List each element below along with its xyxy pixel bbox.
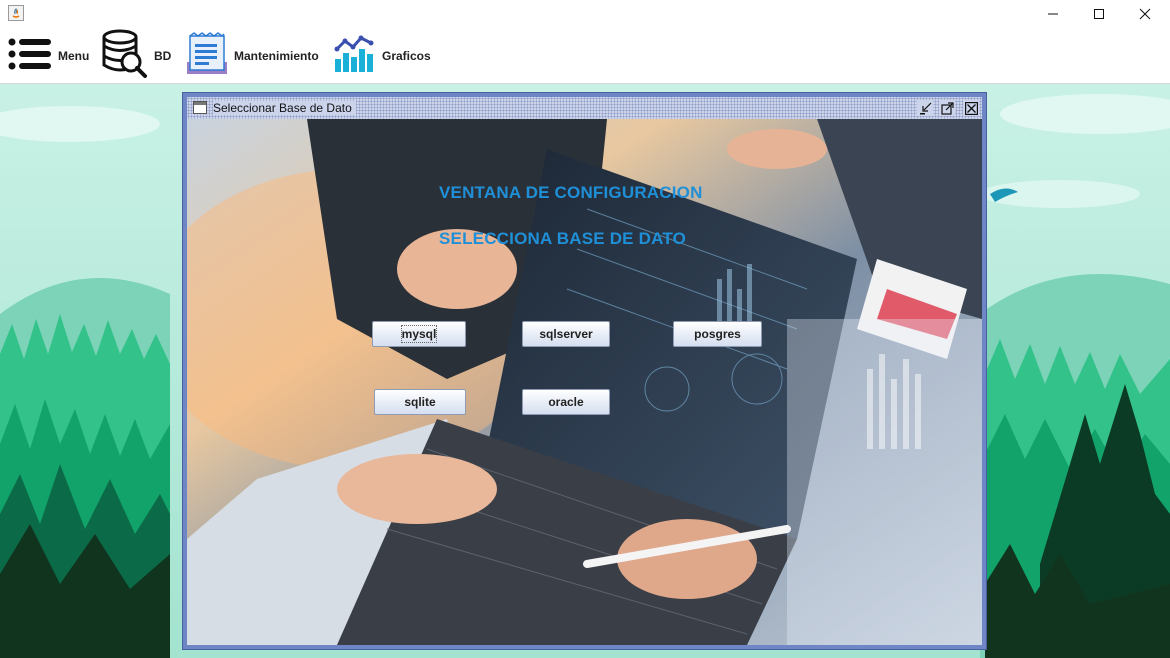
select-database-internal-frame: Seleccionar Base de Dato VENTANA DE CONF…	[182, 92, 987, 650]
close-button[interactable]	[1122, 0, 1168, 28]
database-search-icon	[102, 29, 148, 84]
menu-item-mantenimiento-label: Mantenimiento	[234, 49, 319, 63]
sqlite-button[interactable]: sqlite	[374, 389, 466, 415]
close-icon	[1139, 8, 1151, 20]
frame-close-icon	[964, 101, 978, 115]
maximize-button[interactable]	[1076, 0, 1122, 28]
oracle-button-label: oracle	[548, 395, 584, 409]
menu-item-graficos[interactable]: Graficos	[334, 28, 431, 84]
menu-item-bd[interactable]: BD	[102, 28, 171, 84]
frame-window-icon	[193, 101, 207, 114]
hamburger-list-icon	[8, 37, 52, 76]
window-title-bar	[0, 0, 1170, 28]
menu-item-graficos-label: Graficos	[382, 49, 431, 63]
maximize-icon	[1094, 9, 1104, 19]
iconify-icon	[919, 102, 931, 114]
internal-frame-content: VENTANA DE CONFIGURACION SELECCIONA BASE…	[187, 119, 982, 645]
iconify-button[interactable]	[917, 100, 933, 116]
internal-frame-title-bar[interactable]: Seleccionar Base de Dato	[187, 97, 982, 119]
menu-item-bd-label: BD	[154, 49, 172, 63]
select-database-heading: SELECCIONA BASE DE DATO	[439, 229, 687, 248]
sqlserver-button-label: sqlserver	[539, 327, 593, 341]
mysql-button[interactable]: mysql	[372, 321, 466, 347]
sqlserver-button[interactable]: sqlserver	[522, 321, 610, 347]
internal-frame-title: Seleccionar Base de Dato	[213, 101, 356, 115]
mysql-button-label: mysql	[400, 325, 438, 343]
menu-item-mantenimiento[interactable]: Mantenimiento	[186, 28, 319, 84]
oracle-button[interactable]: oracle	[522, 389, 610, 415]
frame-maximize-icon	[940, 101, 954, 115]
sqlite-button-label: sqlite	[404, 395, 436, 409]
java-app-icon	[8, 5, 24, 21]
frame-maximize-button[interactable]	[939, 100, 955, 116]
frame-close-button[interactable]	[963, 100, 979, 116]
menu-item-menu[interactable]: Menu	[8, 28, 89, 84]
menu-item-menu-label: Menu	[58, 49, 90, 63]
configuration-window-heading: VENTANA DE CONFIGURACION	[439, 183, 703, 202]
minimize-button[interactable]	[1030, 0, 1076, 28]
posgres-button-label: posgres	[694, 327, 741, 341]
menu-bar: Menu BD Mantenimiento Graficos	[0, 28, 1170, 84]
minimize-icon	[1048, 13, 1058, 15]
posgres-button[interactable]: posgres	[673, 321, 762, 347]
document-icon	[186, 31, 228, 81]
bar-chart-icon	[334, 35, 376, 78]
